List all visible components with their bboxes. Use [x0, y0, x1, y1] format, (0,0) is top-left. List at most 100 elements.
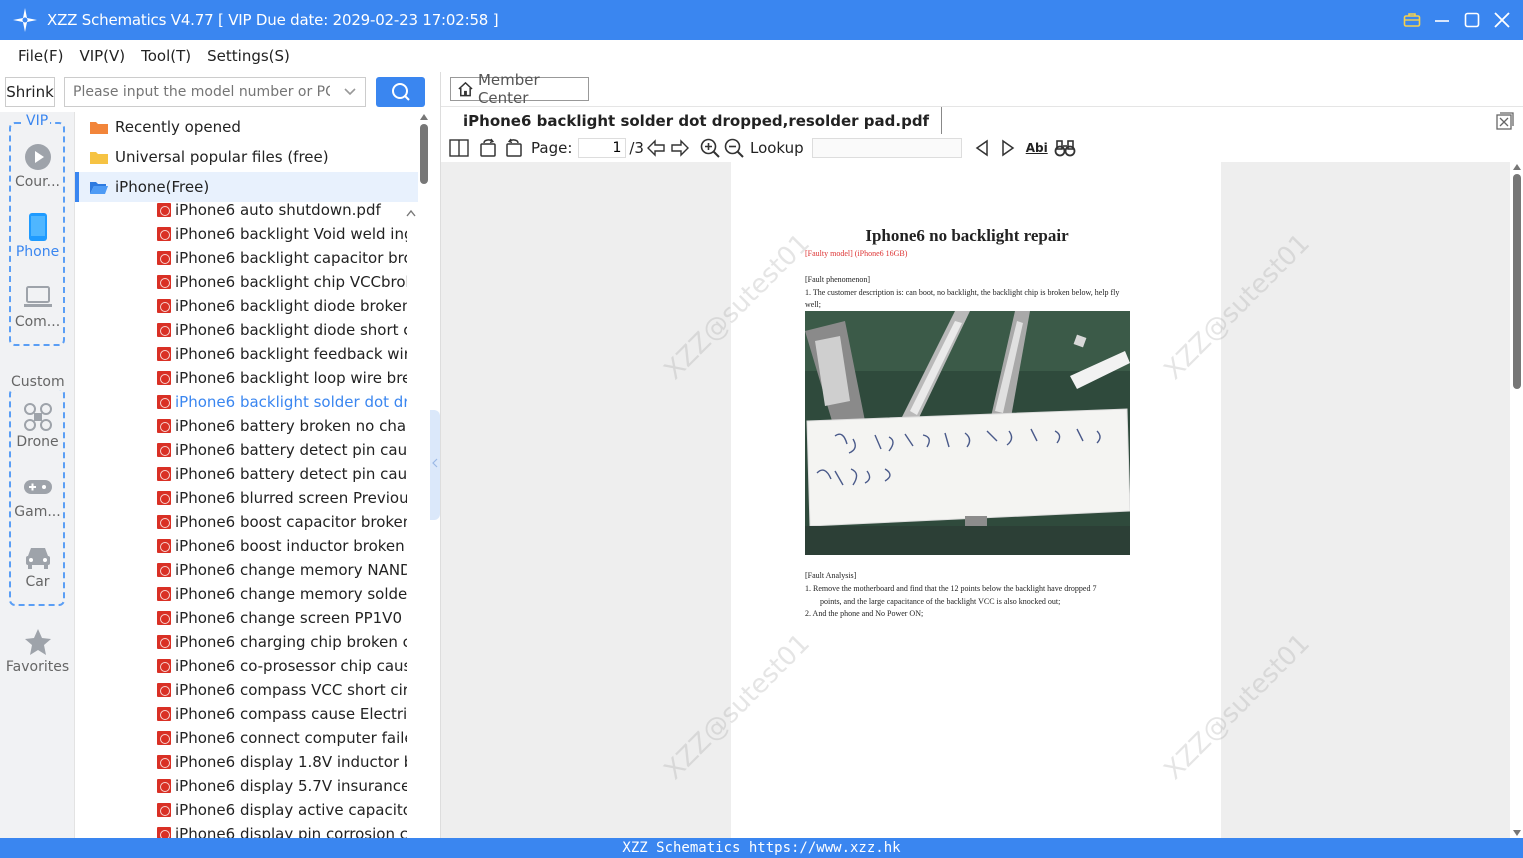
file-item[interactable]: iPhone6 boost inductor broken ca — [75, 534, 418, 558]
briefcase-icon[interactable] — [1401, 9, 1423, 31]
pdf-viewer[interactable]: Iphone6 no backlight repair [Faulty mode… — [441, 162, 1510, 838]
file-item-label: iPhone6 backlight diode short circ — [175, 321, 407, 339]
tree-root-universal[interactable]: Universal popular files (free) — [75, 142, 418, 172]
file-item[interactable]: iPhone6 backlight diode broken ca — [75, 294, 418, 318]
file-item[interactable]: iPhone6 display pin corrosion caus — [75, 822, 418, 838]
viewer-scroll-thumb[interactable] — [1513, 174, 1521, 389]
rail-item-favorites[interactable]: Favorites — [0, 627, 75, 675]
find-binoculars-icon[interactable] — [1054, 136, 1076, 160]
doc-phenomenon-line: well; — [805, 300, 821, 309]
phone-icon — [0, 212, 75, 242]
pdf-file-icon — [157, 803, 171, 817]
file-item[interactable]: iPhone6 auto shutdown.pdf — [75, 198, 418, 222]
rail-item-drone[interactable]: Drone — [0, 402, 75, 450]
file-item[interactable]: iPhone6 battery detect pin cause r — [75, 438, 418, 462]
file-item[interactable]: iPhone6 compass cause Electricity — [75, 702, 418, 726]
file-item[interactable]: iPhone6 compass VCC short circuit — [75, 678, 418, 702]
file-item[interactable]: iPhone6 backlight chip VCCbroker — [75, 270, 418, 294]
model-search-combo[interactable] — [64, 77, 366, 107]
match-case-toggle[interactable]: Abi — [1026, 136, 1048, 160]
pdf-file-icon — [157, 755, 171, 769]
document-area: Member Center iPhone6 backlight solder d… — [440, 71, 1523, 838]
file-item[interactable]: iPhone6 backlight feedback wire b — [75, 342, 418, 366]
file-item[interactable]: iPhone6 change memory NAND lo — [75, 558, 418, 582]
file-item[interactable]: iPhone6 change screen PP1V0 sho — [75, 606, 418, 630]
file-item[interactable]: iPhone6 backlight capacitor broke — [75, 246, 418, 270]
pdf-file-icon — [157, 275, 171, 289]
file-item[interactable]: iPhone6 charging chip broken cau — [75, 630, 418, 654]
member-center-button[interactable]: Member Center — [450, 71, 589, 107]
search-button[interactable] — [376, 77, 425, 107]
search-next-icon[interactable] — [1000, 136, 1016, 160]
rail-item-course[interactable]: Cour... — [0, 142, 75, 190]
doc-analysis-line: points, and the large capacitance of the… — [820, 597, 1061, 606]
file-item-label: iPhone6 blurred screen Previously — [175, 489, 407, 507]
file-item[interactable]: iPhone6 display active capacitor Er — [75, 798, 418, 822]
panel-splitter[interactable] — [430, 410, 440, 520]
maximize-button[interactable] — [1461, 9, 1483, 31]
model-search-input[interactable] — [65, 78, 330, 106]
tree-root-label: Universal popular files (free) — [115, 148, 329, 166]
file-item[interactable]: iPhone6 backlight loop wire break — [75, 366, 418, 390]
menu-settings[interactable]: Settings(S) — [199, 47, 298, 65]
file-item[interactable]: iPhone6 backlight Void weld ingca — [75, 222, 418, 246]
rail-item-computer[interactable]: Com... — [0, 282, 75, 330]
lookup-input[interactable] — [811, 138, 962, 158]
file-item[interactable]: iPhone6 display 5.7V insurance brc — [75, 774, 418, 798]
rail-item-label: Com... — [14, 314, 61, 330]
search-icon — [391, 83, 410, 101]
pdf-file-icon — [157, 419, 171, 433]
file-item[interactable]: iPhone6 connect computer failed.p — [75, 726, 418, 750]
viewer-scrollbar[interactable] — [1510, 162, 1523, 838]
file-item[interactable]: iPhone6 change memory solder do — [75, 582, 418, 606]
pdf-file-icon — [157, 635, 171, 649]
pdf-file-icon — [157, 203, 171, 217]
file-item[interactable]: iPhone6 co-prosessor chip cause R — [75, 654, 418, 678]
file-item-label: iPhone6 backlight chip VCCbroker — [175, 273, 407, 291]
menu-vip[interactable]: VIP(V) — [71, 47, 133, 65]
rotate-right-icon[interactable] — [503, 136, 523, 160]
minimize-button[interactable] — [1431, 9, 1453, 31]
tab-document[interactable]: iPhone6 backlight solder dot dropped,res… — [451, 107, 943, 134]
file-item-label: iPhone6 backlight diode broken ca — [175, 297, 407, 315]
zoom-out-icon[interactable] — [724, 136, 744, 160]
sidebar-toggle-icon[interactable] — [449, 136, 469, 160]
next-page-icon[interactable] — [670, 136, 690, 160]
file-item-label: iPhone6 backlight loop wire break — [175, 369, 407, 387]
rail-item-game[interactable]: Gam... — [0, 472, 75, 520]
shrink-button[interactable]: Shrink — [5, 77, 55, 107]
doc-analysis-line: 1. Remove the motherboard and find that … — [805, 584, 1097, 593]
tree-scrollbar[interactable] — [418, 112, 430, 838]
file-item[interactable]: iPhone6 battery detect pin cause s — [75, 462, 418, 486]
chevron-up-icon[interactable] — [406, 204, 416, 222]
tree-scroll-thumb[interactable] — [420, 124, 428, 184]
menu-tool[interactable]: Tool(T) — [133, 47, 199, 65]
zoom-in-icon[interactable] — [700, 136, 720, 160]
rotate-left-icon[interactable] — [479, 136, 499, 160]
search-prev-icon[interactable] — [974, 136, 990, 160]
rail-item-car[interactable]: Car — [0, 542, 75, 590]
prev-page-icon[interactable] — [646, 136, 666, 160]
rail-item-label: Car — [25, 574, 50, 590]
file-item[interactable]: iPhone6 blurred screen Previously — [75, 486, 418, 510]
page-number-input[interactable] — [578, 138, 627, 158]
file-item[interactable]: iPhone6 display 1.8V inductor brok — [75, 750, 418, 774]
chevron-down-icon[interactable] — [343, 85, 357, 104]
rail-item-phone[interactable]: Phone — [0, 212, 75, 260]
file-item[interactable]: iPhone6 boost capacitor broken ca — [75, 510, 418, 534]
close-button[interactable] — [1491, 9, 1513, 31]
file-item-label: iPhone6 auto shutdown.pdf — [175, 201, 381, 219]
drone-icon — [0, 402, 75, 432]
pdf-file-icon — [157, 707, 171, 721]
pdf-page: Iphone6 no backlight repair [Faulty mode… — [731, 162, 1221, 838]
file-item[interactable]: iPhone6 backlight diode short circ — [75, 318, 418, 342]
pdf-file-icon — [157, 299, 171, 313]
search-row: Shrink — [0, 72, 440, 112]
tree-root-recent[interactable]: Recently opened — [75, 112, 418, 142]
menu-file[interactable]: File(F) — [10, 47, 71, 65]
file-item[interactable]: iPhone6 backlight solder dot drop — [75, 390, 418, 414]
file-item-label: iPhone6 display 1.8V inductor brok — [175, 753, 407, 771]
file-item[interactable]: iPhone6 battery broken no chargir — [75, 414, 418, 438]
close-tabs-icon[interactable] — [1496, 112, 1514, 135]
pdf-file-icon — [157, 539, 171, 553]
